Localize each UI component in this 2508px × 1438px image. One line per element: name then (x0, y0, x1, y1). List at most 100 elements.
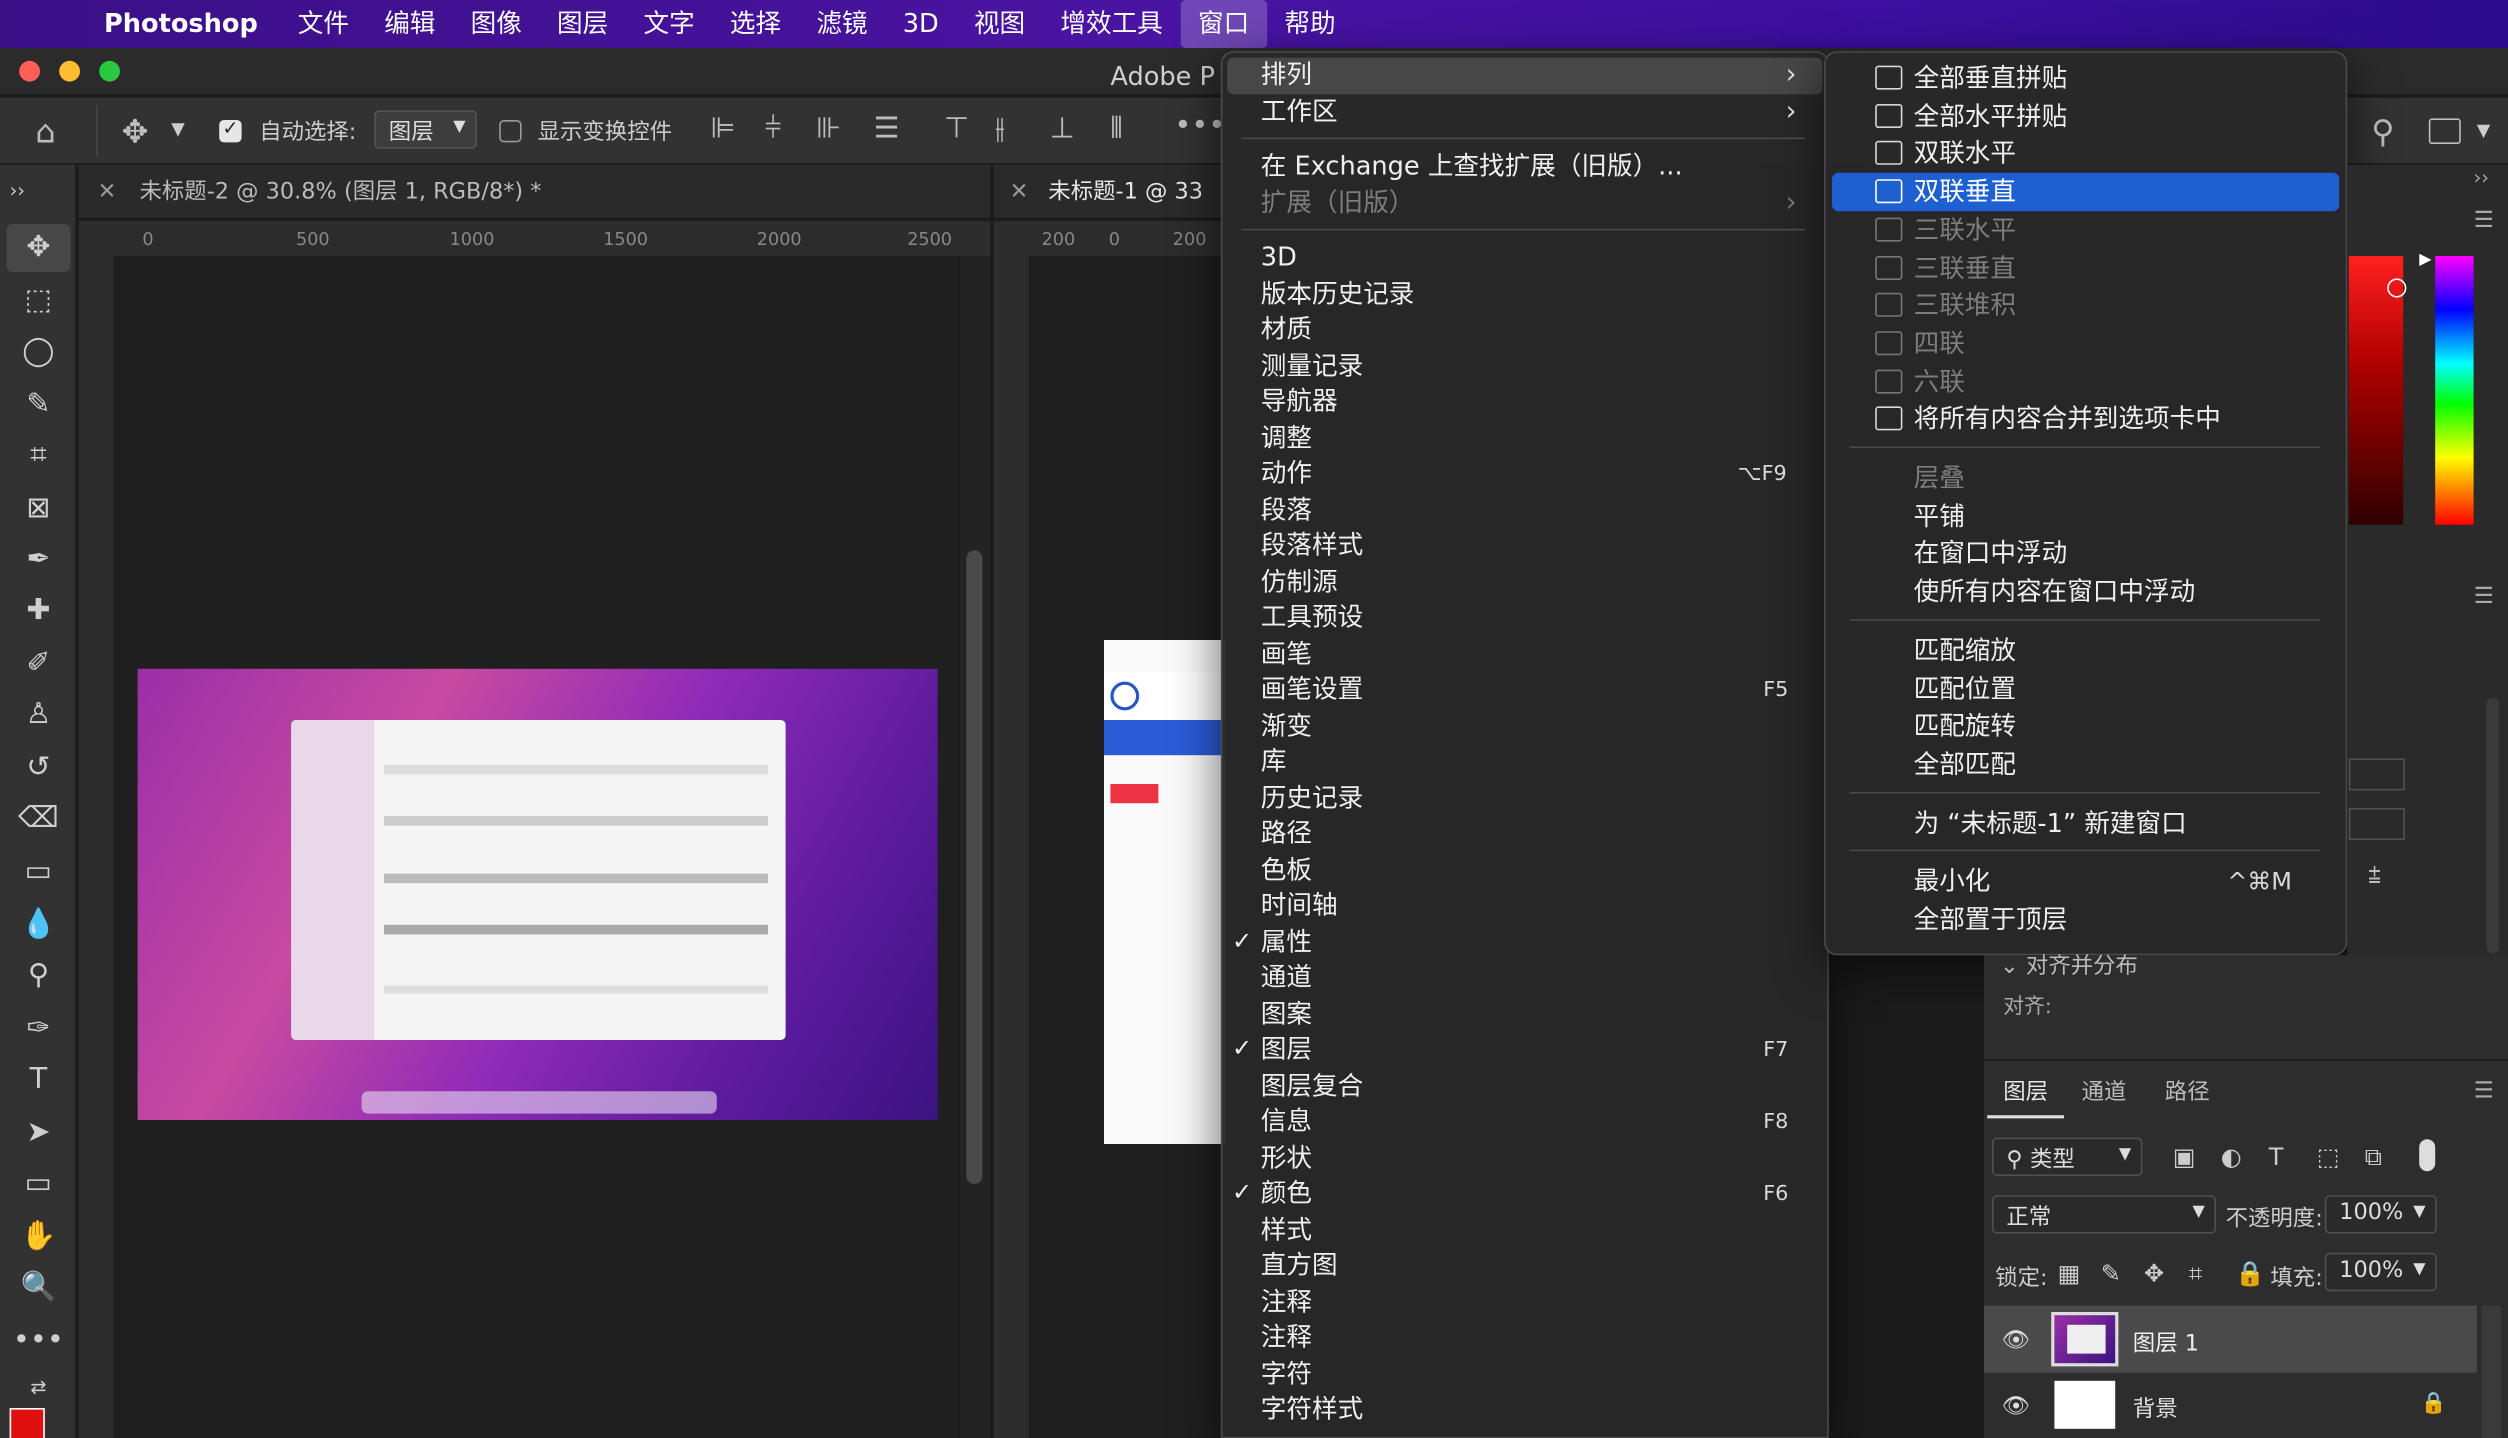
window-menu-item[interactable]: 调整 (1261, 420, 1312, 456)
move-tool-icon[interactable]: ✥ (6, 224, 71, 272)
collapse-dock-icon[interactable]: ›› (2474, 166, 2489, 188)
arrange-menu-item[interactable]: 匹配缩放 (1914, 632, 2016, 670)
window-menu-item[interactable]: 颜色 (1261, 1176, 1312, 1212)
zoom-window-button[interactable] (99, 60, 120, 82)
window-menu-item[interactable]: 画笔 (1261, 636, 1312, 672)
rectangle-tool-icon[interactable]: ▭ (0, 1160, 77, 1208)
arrange-menu-item[interactable]: 全部匹配 (1914, 745, 2016, 783)
history-brush-tool-icon[interactable]: ↺ (0, 744, 77, 792)
menu-3d[interactable]: 3D (885, 0, 956, 48)
window-menu-item[interactable]: 色板 (1261, 852, 1312, 888)
collapse-panel-icon[interactable]: ›› (0, 166, 77, 214)
menu-help[interactable]: 帮助 (1267, 0, 1353, 48)
window-menu-item[interactable]: 仿制源 (1261, 564, 1338, 600)
distribute-spacing-icon[interactable]: ⩲ (2368, 864, 2381, 890)
hue-slider[interactable] (2435, 256, 2474, 525)
fill-input[interactable]: 100% ▼ (2324, 1252, 2437, 1292)
quick-select-tool-icon[interactable]: ✎ (0, 381, 77, 429)
doc-tab-1[interactable]: ✕ 未标题-2 @ 30.8% (图层 1, RGB/8*) * (78, 164, 991, 220)
window-menu-item[interactable]: 图案 (1261, 996, 1312, 1032)
align-bottom-icon[interactable]: ⊥ (1050, 112, 1075, 146)
window-menu-item[interactable]: 排列 (1261, 58, 1312, 94)
dodge-tool-icon[interactable]: ⚲ (0, 952, 77, 1000)
align-middle-v-icon[interactable]: ⫲ (995, 112, 1004, 146)
layer-name[interactable]: 背景 (2133, 1392, 2178, 1424)
panel-menu-icon[interactable]: ☰ (2474, 208, 2494, 234)
menu-filter[interactable]: 滤镜 (799, 0, 885, 48)
home-icon[interactable]: ⌂ (35, 112, 55, 150)
lock-transparency-icon[interactable]: ▦ (2058, 1259, 2081, 1288)
menu-photoshop[interactable]: Photoshop (85, 0, 280, 48)
path-select-tool-icon[interactable]: ➤ (0, 1109, 77, 1157)
scrollbar-thumb[interactable] (966, 550, 983, 1184)
distribute-v-icon[interactable]: ⫴ (1110, 112, 1122, 146)
move-tool-icon[interactable]: ✥ (122, 112, 149, 150)
window-menu-item[interactable]: 历史记录 (1261, 780, 1363, 816)
swap-colors-icon[interactable]: ⇄ (0, 1363, 77, 1411)
frame-tool-icon[interactable]: ⊠ (0, 485, 77, 533)
window-menu-item[interactable]: 形状 (1261, 1140, 1312, 1176)
more-tools-icon[interactable]: ••• (0, 1317, 77, 1365)
foreground-color-swatch[interactable] (9, 1408, 45, 1438)
close-tab-icon[interactable]: ✕ (1010, 179, 1029, 205)
window-menu-item[interactable]: 工具预设 (1261, 600, 1363, 636)
arrange-menu-item[interactable]: 双联垂直 (1914, 173, 2016, 211)
window-menu-item[interactable]: 图层复合 (1261, 1068, 1363, 1104)
window-menu-item[interactable]: 字符样式 (1261, 1392, 1363, 1428)
arrange-menu-item[interactable]: 匹配旋转 (1914, 708, 2016, 746)
gradient-tool-icon[interactable]: ▭ (0, 848, 77, 896)
window-menu-item[interactable]: 路径 (1261, 816, 1312, 852)
layer-name[interactable]: 图层 1 (2133, 1326, 2199, 1358)
window-menu-item[interactable]: 字符 (1261, 1356, 1312, 1392)
align-left-icon[interactable]: ⊫ (710, 112, 735, 146)
hand-tool-icon[interactable]: ✋ (0, 1213, 77, 1261)
eraser-tool-icon[interactable]: ⌫ (0, 795, 77, 843)
panel-menu-icon[interactable]: ☰ (2474, 584, 2494, 610)
type-tool-icon[interactable]: T (0, 1056, 77, 1104)
window-menu-item[interactable]: 工作区 (1261, 94, 1338, 130)
chevron-down-icon[interactable]: ▼ (2477, 120, 2491, 141)
auto-select-target-dropdown[interactable]: 图层 ▼ (374, 110, 477, 149)
menu-window[interactable]: 窗口 (1180, 0, 1267, 48)
lock-pixels-icon[interactable]: ✎ (2101, 1259, 2121, 1288)
window-menu-item[interactable]: 通道 (1261, 960, 1312, 996)
panel-menu-icon[interactable]: ☰ (2474, 1078, 2494, 1104)
blend-mode-dropdown[interactable]: 正常 ▼ (1992, 1195, 2216, 1234)
filter-adjustment-icon[interactable]: ◐ (2221, 1142, 2242, 1171)
arrange-menu-item[interactable]: 在窗口中浮动 (1914, 535, 2068, 573)
menu-layer[interactable]: 图层 (539, 0, 625, 48)
hue-slider-handle[interactable]: ▶ (2419, 251, 2431, 269)
window-menu-item[interactable]: 版本历史记录 (1261, 276, 1415, 312)
window-menu-item[interactable]: 库 (1261, 744, 1287, 780)
arrange-menu-item[interactable]: 为 “未标题-1” 新建窗口 (1914, 804, 2187, 842)
search-icon[interactable]: ⚲ (2371, 112, 2394, 150)
more-options-icon[interactable]: ••• (1174, 109, 1225, 143)
window-menu-item[interactable]: 段落 (1261, 492, 1312, 528)
window-menu-item[interactable]: 直方图 (1261, 1248, 1338, 1284)
layer-filter-dropdown[interactable]: ⚲ 类型 ▼ (1992, 1137, 2143, 1176)
window-menu-item[interactable]: 属性 (1261, 924, 1312, 960)
menu-plugins[interactable]: 增效工具 (1043, 0, 1181, 48)
window-menu-item[interactable]: 段落样式 (1261, 528, 1363, 564)
window-menu-item[interactable]: 3D (1261, 240, 1297, 276)
filter-type-icon[interactable]: T (2269, 1142, 2284, 1171)
menu-file[interactable]: 文件 (280, 0, 366, 48)
lasso-tool-icon[interactable]: ◯ (0, 328, 77, 376)
window-menu-item[interactable]: 注释 (1261, 1320, 1312, 1356)
auto-select-checkbox[interactable] (219, 117, 242, 143)
filter-toggle[interactable] (2419, 1139, 2436, 1172)
tab-channels[interactable]: 通道 (2082, 1075, 2127, 1107)
close-window-button[interactable] (19, 60, 40, 82)
eye-icon[interactable]: 👁 (2002, 1328, 2030, 1354)
tab-paths[interactable]: 路径 (2165, 1075, 2210, 1107)
align-right-icon[interactable]: ⊪ (816, 112, 841, 146)
opacity-input[interactable]: 100% ▼ (2324, 1195, 2437, 1234)
eye-icon[interactable]: 👁 (2002, 1394, 2030, 1420)
healing-brush-tool-icon[interactable]: ✚ (0, 587, 77, 635)
window-menu-item[interactable]: 渐变 (1261, 708, 1312, 744)
color-picker-cursor[interactable] (2387, 278, 2407, 298)
minimize-window-button[interactable] (59, 60, 80, 82)
arrange-menu-item[interactable]: 最小化 (1914, 863, 1991, 901)
window-menu-item[interactable]: 动作 (1261, 456, 1312, 492)
align-top-icon[interactable]: ⊤ (944, 112, 969, 146)
